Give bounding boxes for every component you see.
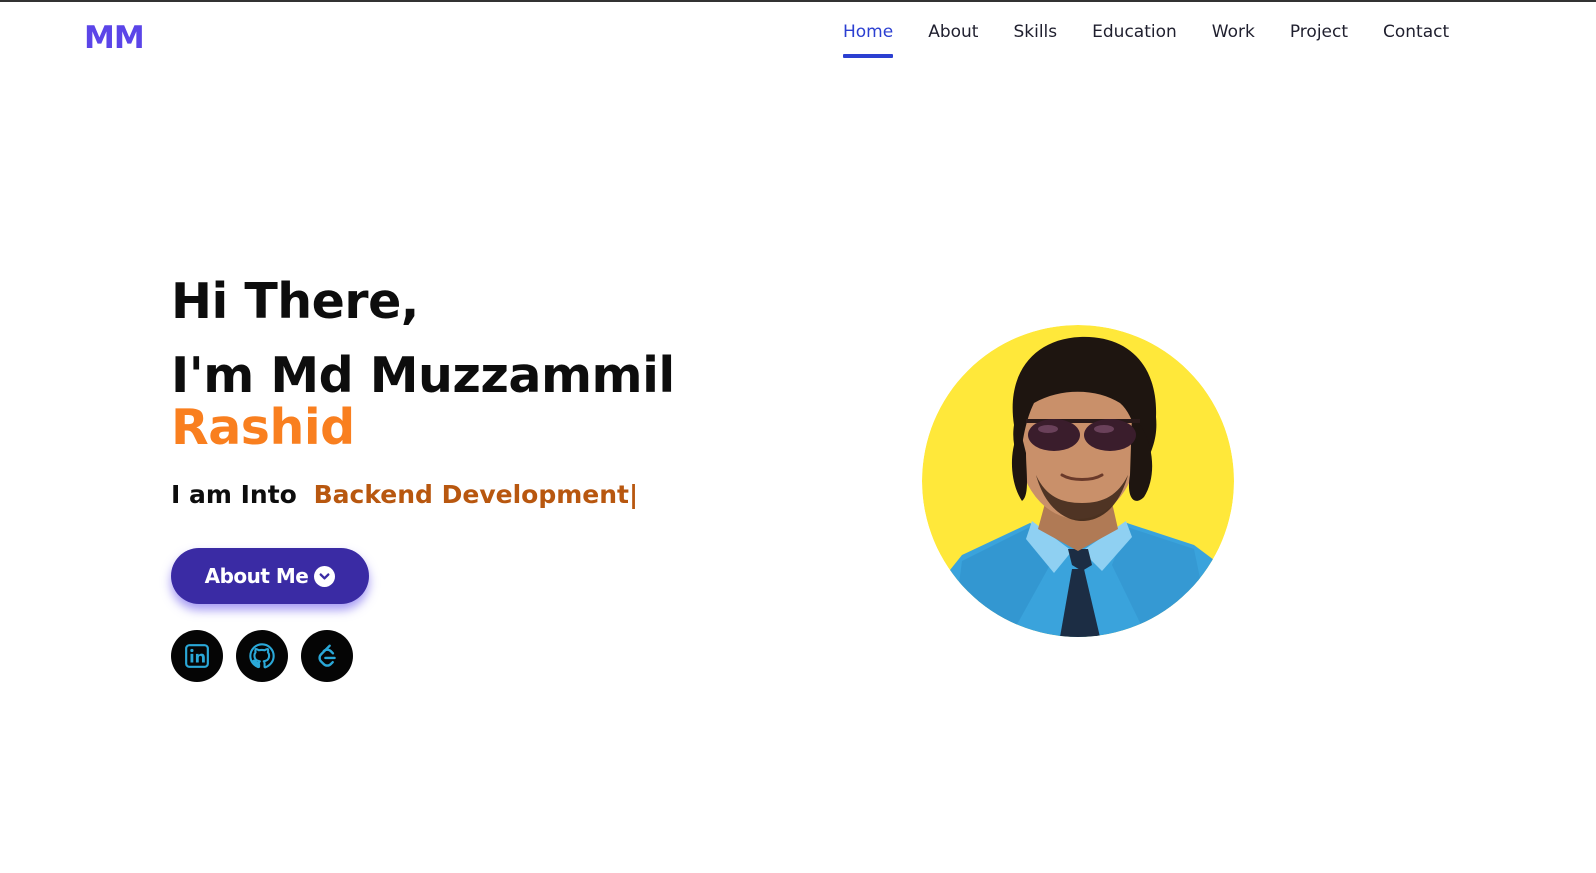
main-nav: Home About Skills Education Work Project… (843, 20, 1449, 58)
name-heading: I'm Md Muzzammil (171, 347, 675, 404)
linkedin-icon[interactable] (171, 630, 223, 682)
top-border (0, 0, 1596, 2)
chevron-down-circle-icon (314, 565, 336, 587)
nav-item-skills[interactable]: Skills (1013, 20, 1057, 58)
typed-role: Backend Development (313, 480, 629, 509)
nav-item-work[interactable]: Work (1212, 20, 1255, 58)
hero-intro: Hi There, I'm Md Muzzammil Rashid I am I… (171, 272, 675, 509)
github-icon[interactable] (236, 630, 288, 682)
about-me-label: About Me (204, 564, 309, 588)
about-me-button[interactable]: About Me (171, 548, 369, 604)
nav-item-project[interactable]: Project (1290, 20, 1348, 58)
social-links (171, 630, 353, 682)
nav-item-contact[interactable]: Contact (1383, 20, 1449, 58)
nav-item-home[interactable]: Home (843, 20, 894, 58)
surname-heading: Rashid (171, 399, 355, 456)
logo[interactable]: MM (84, 20, 145, 56)
tagline: I am Into Backend Development| (171, 480, 675, 509)
tagline-prefix: I am Into (171, 480, 297, 509)
page: MM Home About Skills Education Work Proj… (0, 0, 1596, 873)
leetcode-icon[interactable] (301, 630, 353, 682)
profile-photo (922, 325, 1234, 637)
typing-cursor: | (628, 480, 639, 509)
nav-item-education[interactable]: Education (1092, 20, 1177, 58)
greeting-heading: Hi There, (171, 273, 419, 330)
nav-item-about[interactable]: About (928, 20, 978, 58)
